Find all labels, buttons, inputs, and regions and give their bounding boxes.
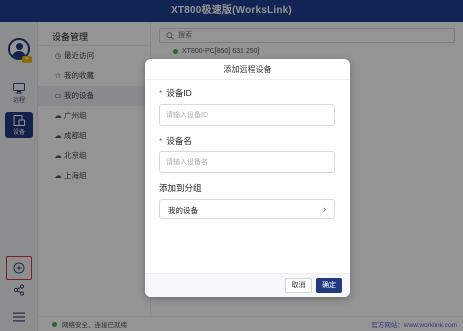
group-select-value: 我的设备 [168,206,198,215]
dialog-title: 添加远程设备 [145,59,350,80]
add-remote-device-dialog: 添加远程设备 *设备ID *设备名 添加到分组 我的设备 › 取消 确定 [145,59,350,297]
group-label: 添加到分组 [159,183,202,193]
device-name-label-text: 设备名 [166,136,192,146]
device-id-label-text: 设备ID [166,88,192,98]
device-id-input[interactable] [159,104,335,126]
chevron-right-icon: › [323,204,326,214]
device-name-label: * 设备名 [159,135,192,147]
cancel-button[interactable]: 取消 [285,278,312,293]
group-select[interactable]: 我的设备 › [159,199,335,219]
device-id-label: * 设备ID [159,87,192,99]
confirm-button[interactable]: 确定 [316,278,342,293]
required-marker: * [159,88,163,98]
dialog-footer: 取消 确定 [145,273,350,297]
required-marker: * [159,136,163,146]
device-name-input[interactable] [159,151,335,173]
